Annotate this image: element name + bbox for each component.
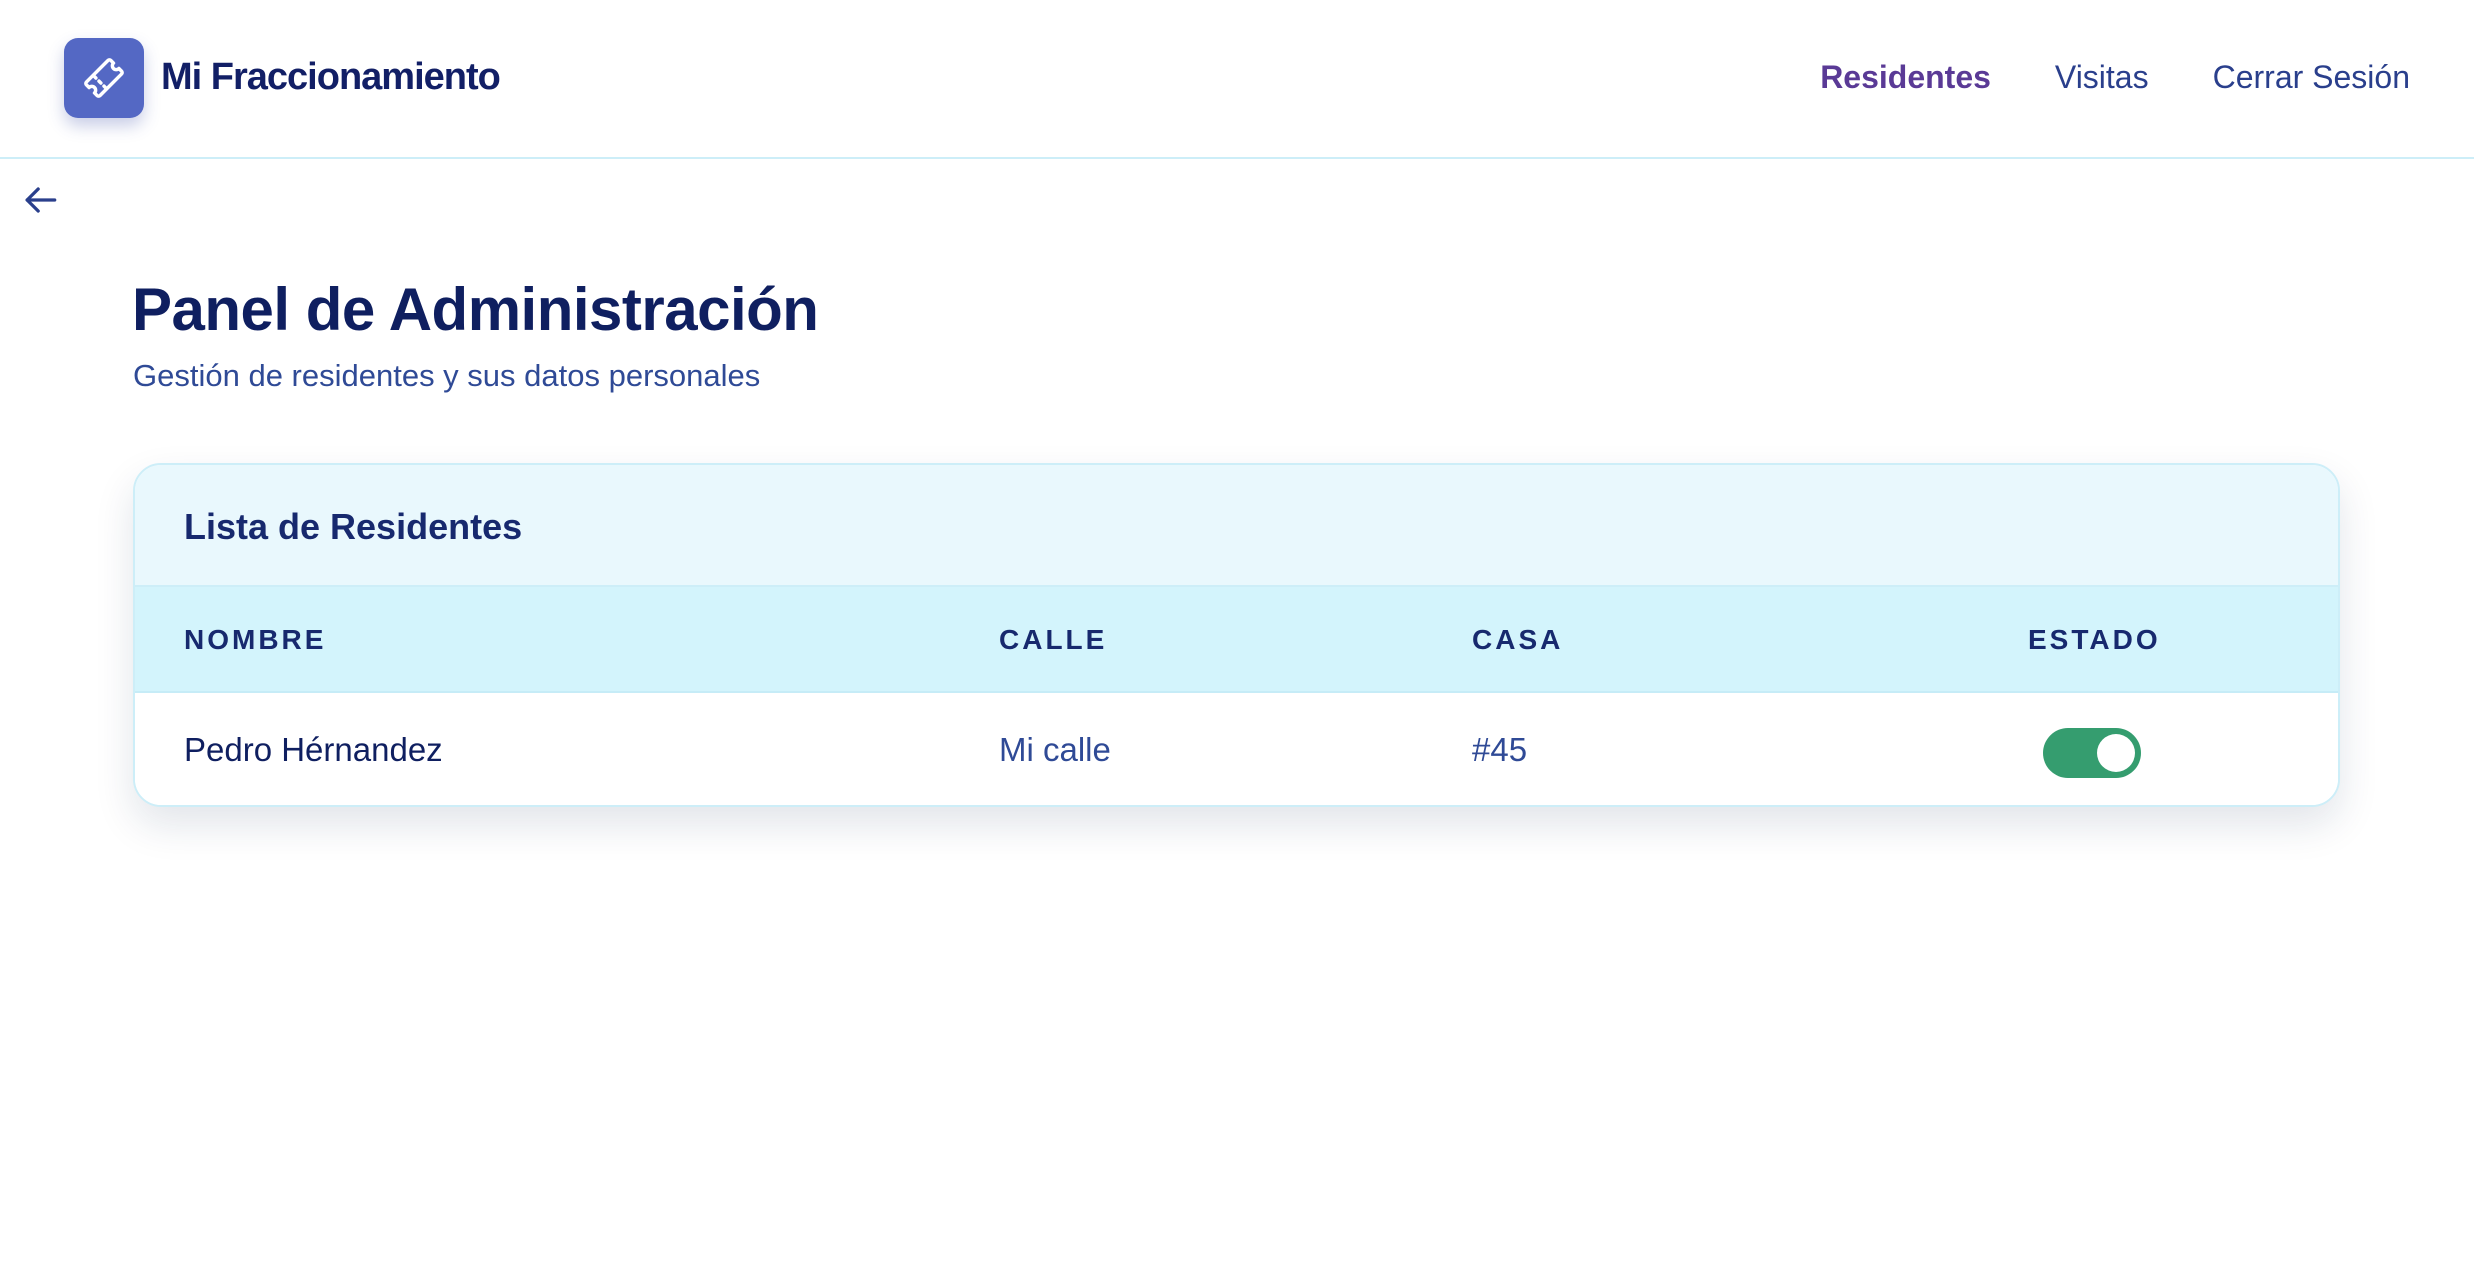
column-header-nombre: NOMBRE: [184, 624, 327, 655]
main-nav: Residentes Visitas Cerrar Sesión: [1820, 52, 2410, 102]
cell-nombre: Pedro Hérnandez: [184, 731, 443, 768]
nav-residentes[interactable]: Residentes: [1820, 52, 1991, 102]
ticket-icon[interactable]: [64, 38, 144, 118]
residents-card: Lista de Residentes NOMBRE CALLE CASA ES…: [133, 463, 2340, 807]
column-header-casa: CASA: [1472, 624, 1564, 655]
nav-cerrar-sesion[interactable]: Cerrar Sesión: [2213, 52, 2410, 102]
brand-name[interactable]: Mi Fraccionamiento: [161, 52, 501, 102]
column-header-calle: CALLE: [999, 624, 1108, 655]
page-title: Panel de Administración: [132, 276, 819, 343]
cell-calle: Mi calle: [999, 731, 1111, 768]
table-header: NOMBRE CALLE CASA ESTADO: [135, 587, 2338, 693]
nav-visitas[interactable]: Visitas: [2055, 52, 2149, 102]
arrow-left-icon[interactable]: [18, 178, 62, 222]
column-header-estado: ESTADO: [2028, 624, 2161, 655]
top-nav-bar: Mi Fraccionamiento Residentes Visitas Ce…: [0, 0, 2474, 159]
table-row: Pedro Hérnandez Mi calle #45: [135, 693, 2338, 805]
status-toggle[interactable]: [2043, 728, 2141, 778]
card-header: Lista de Residentes: [135, 465, 2338, 587]
cell-casa: #45: [1472, 731, 1528, 768]
toggle-knob: [2097, 734, 2135, 772]
page-subtitle: Gestión de residentes y sus datos person…: [133, 358, 761, 393]
card-title: Lista de Residentes: [184, 506, 523, 547]
